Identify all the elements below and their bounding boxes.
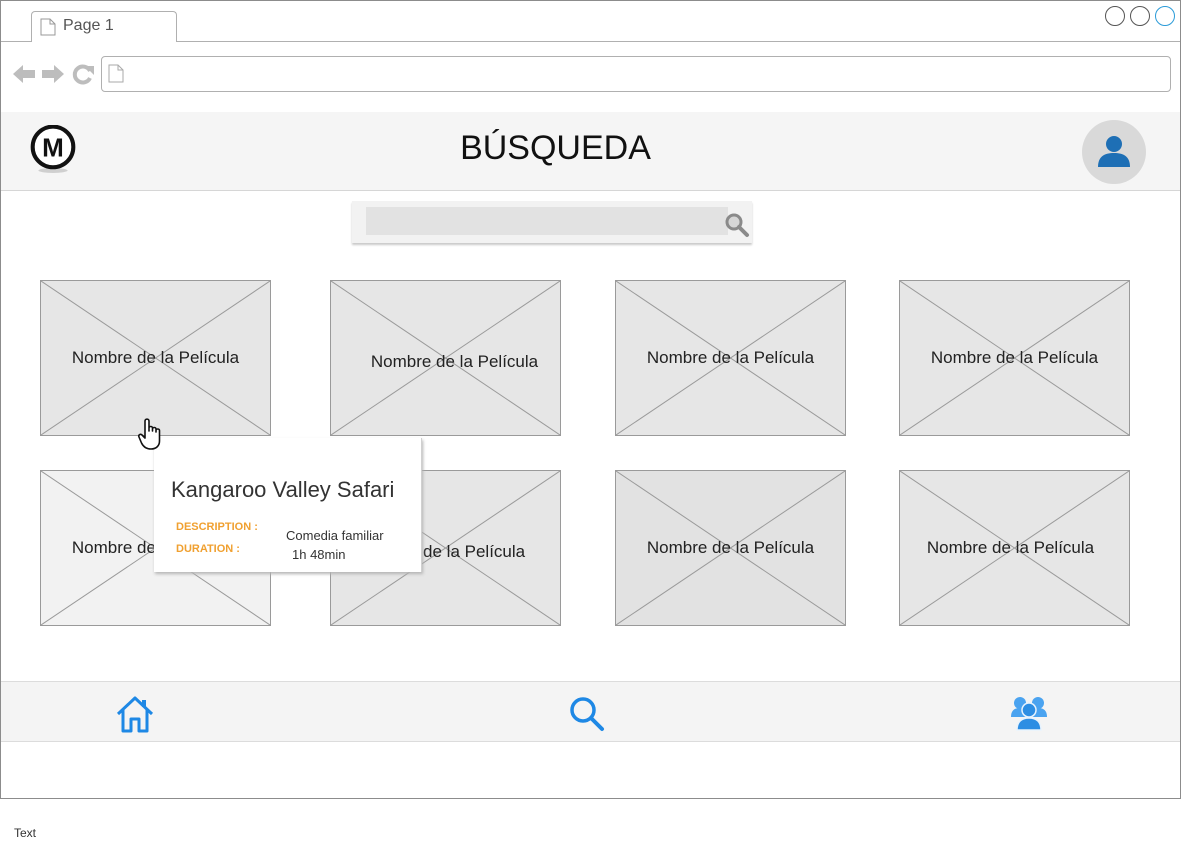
movie-card[interactable]: Nombre de la Película bbox=[899, 280, 1130, 436]
movie-title: Nombre de la Película bbox=[926, 538, 1095, 557]
duration-value: 1h 48min bbox=[292, 547, 346, 562]
address-bar[interactable] bbox=[101, 56, 1171, 92]
duration-label: DURATION : bbox=[176, 543, 240, 555]
home-icon[interactable] bbox=[115, 695, 155, 733]
movie-card[interactable]: Nombre de la Película bbox=[330, 280, 561, 436]
forward-icon[interactable] bbox=[41, 64, 65, 84]
description-value: Comedia familiar bbox=[286, 528, 384, 543]
tab-label: Page 1 bbox=[63, 17, 114, 34]
movie-title: Nombre de la Película bbox=[71, 348, 240, 367]
description-label: DESCRIPTION : bbox=[176, 521, 258, 533]
search-icon[interactable] bbox=[724, 212, 750, 238]
avatar[interactable] bbox=[1082, 120, 1146, 184]
movie-title: Nombre de la Película bbox=[646, 538, 815, 557]
page-title: BÚSQUEDA bbox=[460, 129, 651, 167]
page-icon bbox=[108, 64, 124, 83]
browser-tab[interactable]: Page 1 bbox=[31, 11, 177, 43]
movie-tooltip: Kangaroo Valley Safari DESCRIPTION : Com… bbox=[154, 438, 422, 572]
movie-title: Nombre de la Película bbox=[370, 352, 539, 371]
minimize-button[interactable] bbox=[1105, 6, 1125, 26]
hand-cursor-icon bbox=[137, 418, 161, 450]
search-input[interactable] bbox=[366, 207, 728, 235]
bottom-navigation bbox=[1, 681, 1180, 742]
movie-title: Nombre de la Película bbox=[930, 348, 1099, 367]
tooltip-title: Kangaroo Valley Safari bbox=[171, 477, 395, 502]
page-icon bbox=[40, 18, 56, 36]
user-icon bbox=[1098, 136, 1130, 167]
navigation-bar bbox=[1, 42, 1180, 113]
movie-card[interactable]: Nombre de la Película bbox=[615, 470, 846, 626]
movie-card[interactable]: Nombre de la Película bbox=[899, 470, 1130, 626]
back-icon[interactable] bbox=[12, 64, 36, 84]
movie-card[interactable]: Nombre de la Película bbox=[615, 280, 846, 436]
movie-card[interactable]: Nombre de la Película bbox=[40, 280, 271, 436]
community-icon[interactable] bbox=[1009, 693, 1049, 731]
search-bar bbox=[352, 201, 752, 243]
app-header: M BÚSQUEDA bbox=[1, 112, 1180, 191]
close-button[interactable] bbox=[1155, 6, 1175, 26]
tab-bar: Page 1 bbox=[1, 1, 1180, 43]
search-icon[interactable] bbox=[569, 696, 605, 732]
browser-window: Page 1 M BÚSQUEDA Nombre de la Película … bbox=[0, 0, 1181, 799]
footer-text: Text bbox=[14, 826, 37, 840]
reload-icon[interactable] bbox=[71, 63, 95, 85]
maximize-button[interactable] bbox=[1130, 6, 1150, 26]
movie-title: Nombre de la Película bbox=[646, 348, 815, 367]
